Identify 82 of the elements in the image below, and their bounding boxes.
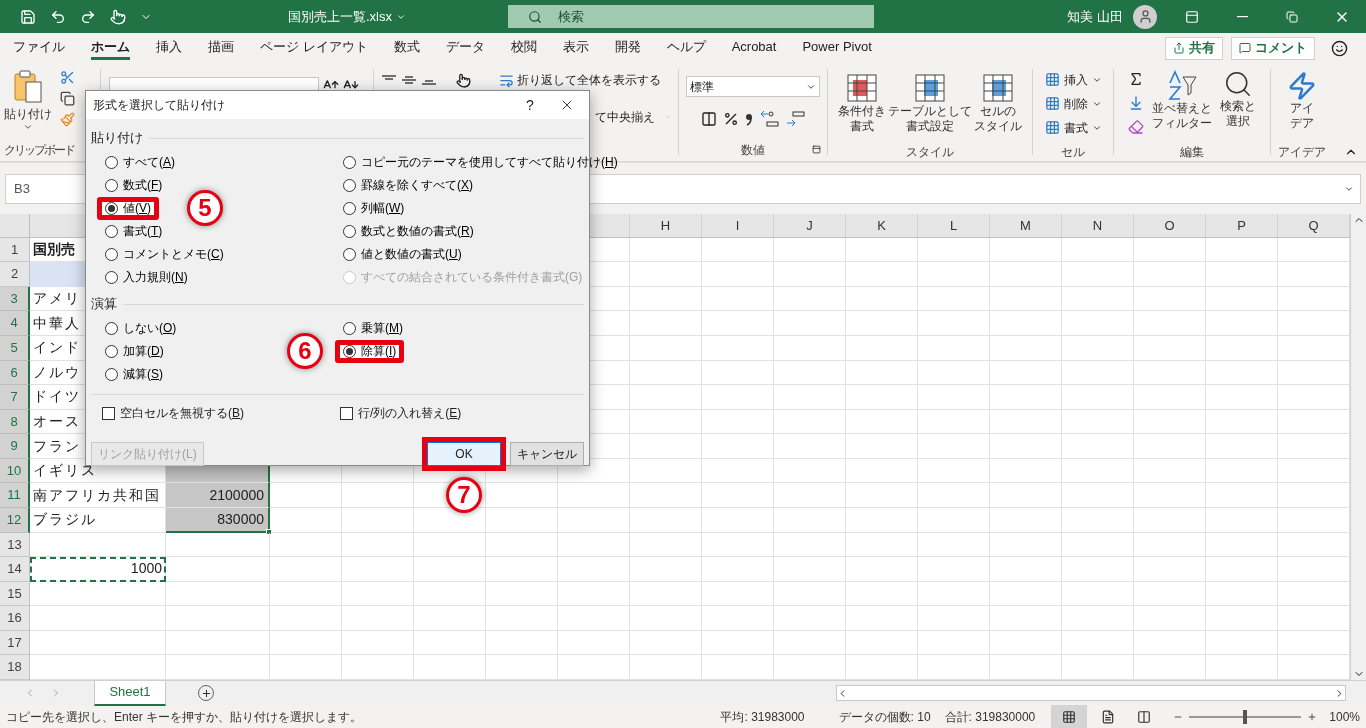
radio-option[interactable]: 数式と数値の書式(R) — [335, 220, 482, 243]
cells-button[interactable]: 削除 — [1044, 93, 1102, 114]
row-header[interactable]: 9 — [0, 434, 30, 459]
count-reading: データの個数: 10 — [838, 708, 931, 726]
row-header[interactable]: 15 — [0, 581, 30, 607]
sum-reading: 合計: 319830000 — [944, 708, 1036, 726]
group-label: アイデア — [1278, 144, 1326, 161]
ribbon-tab[interactable]: 数式 — [393, 36, 420, 60]
ribbon-tab[interactable]: ページ レイアウト — [260, 36, 368, 60]
status-message: コピー先を選択し、Enter キーを押すか、貼り付けを選択します。 — [6, 708, 362, 726]
section-label: 貼り付け — [91, 129, 143, 148]
ribbon-tab[interactable]: Acrobat — [731, 36, 777, 60]
radio-option[interactable]: コピー元のテーマを使用してすべて貼り付け(H) — [335, 151, 626, 174]
ribbon-tab[interactable]: ヘルプ — [666, 36, 706, 60]
ribbon-tab[interactable]: 校閲 — [510, 36, 537, 60]
step-marker: 6 — [287, 333, 323, 369]
style-button[interactable]: テーブルとして 書式設定 — [888, 72, 972, 143]
ribbon-tab[interactable]: 表示 — [562, 36, 589, 60]
file-name-menu[interactable]: 国別売上一覧.xlsx — [288, 6, 406, 27]
group-label: 数値 — [741, 142, 765, 159]
step-marker: 5 — [187, 190, 223, 226]
sheet-tab[interactable]: Sheet1 — [94, 680, 166, 706]
paste-button[interactable]: 貼り付け — [4, 70, 52, 141]
cells-button[interactable]: 挿入 — [1044, 69, 1102, 90]
radio-option[interactable]: 罫線を除くすべて(X) — [335, 174, 481, 197]
number-format-field[interactable]: 標準 — [686, 76, 820, 97]
wrap-text-button[interactable]: 折り返して全体を表示する — [499, 71, 661, 89]
row-header[interactable]: 3 — [0, 286, 30, 312]
row-header[interactable]: 16 — [0, 606, 30, 631]
editing-button[interactable]: 検索と 選択 — [1220, 69, 1256, 143]
checkbox-option[interactable]: 行/列の入れ替え(E) — [340, 404, 462, 422]
row-header[interactable]: 7 — [0, 385, 30, 410]
row-header[interactable]: 13 — [0, 532, 30, 558]
style-button[interactable]: セルの スタイル — [974, 72, 1022, 143]
help-button[interactable]: ? — [515, 94, 545, 116]
group-label: セル — [1061, 144, 1085, 161]
radio-option[interactable]: すべて(A) — [97, 151, 183, 174]
ribbon-tab[interactable]: ホーム — [91, 36, 130, 60]
row-header[interactable]: 6 — [0, 360, 30, 386]
ribbon-tab[interactable]: 開発 — [614, 36, 641, 60]
radio-option[interactable]: 列幅(W) — [335, 197, 413, 220]
editing-button[interactable]: 並べ替えと フィルター — [1152, 69, 1212, 143]
row-header[interactable]: 12 — [0, 507, 30, 533]
merge-center-button[interactable]: て中央揃え — [595, 108, 655, 126]
user-name: 知美 山田 — [1067, 7, 1123, 26]
ideas-button[interactable]: アイ デア — [1287, 71, 1317, 143]
grid-cell: 1000 — [30, 557, 166, 582]
grid-cell: 830000 — [166, 507, 270, 533]
ribbon-tab[interactable]: ファイル — [13, 36, 65, 60]
dialog-title: 形式を選択して貼り付け — [93, 97, 226, 114]
radio-option[interactable]: 入力規則(N) — [97, 266, 196, 289]
cells-button[interactable]: 書式 — [1044, 117, 1102, 138]
radio-option[interactable]: 値と数値の書式(U) — [335, 243, 470, 266]
group-label: スタイル — [906, 144, 954, 161]
group-label: 編集 — [1180, 144, 1204, 161]
ribbon-tab[interactable]: 挿入 — [156, 36, 182, 60]
ribbon-tab[interactable]: Power Pivot — [802, 36, 872, 60]
dialog-button[interactable]: キャンセル — [510, 441, 584, 466]
share-button[interactable]: 共有 — [1165, 36, 1223, 60]
row-header[interactable]: 14 — [0, 557, 30, 582]
grid-cell: 2100000 — [166, 483, 270, 508]
row-header[interactable]: 8 — [0, 409, 30, 435]
section-label: 演算 — [91, 295, 117, 314]
ribbon-tab[interactable]: 描画 — [208, 36, 234, 60]
radio-option[interactable]: 値(V) — [97, 197, 159, 220]
row-header[interactable]: 18 — [0, 655, 30, 680]
average-reading: 平均: 31983000 — [720, 708, 805, 726]
ribbon-tab[interactable]: データ — [445, 36, 485, 60]
row-header[interactable]: 2 — [0, 262, 30, 287]
zoom-level[interactable]: 100% — [1329, 707, 1360, 726]
group-label: クリップボード — [4, 142, 74, 159]
row-header[interactable]: 17 — [0, 630, 30, 656]
row-header[interactable]: 1 — [0, 237, 30, 263]
row-header[interactable]: 10 — [0, 458, 30, 484]
radio-option[interactable]: 除算(I) — [335, 340, 405, 363]
search-field[interactable]: 検索 — [508, 5, 874, 28]
row-header[interactable]: 5 — [0, 335, 30, 361]
row-header[interactable]: 11 — [0, 483, 30, 508]
style-button[interactable]: 条件付き 書式 — [838, 72, 886, 143]
radio-option[interactable]: 乗算(M) — [335, 317, 411, 340]
comment-button[interactable]: コメント — [1231, 36, 1315, 60]
row-header[interactable]: 4 — [0, 311, 30, 336]
